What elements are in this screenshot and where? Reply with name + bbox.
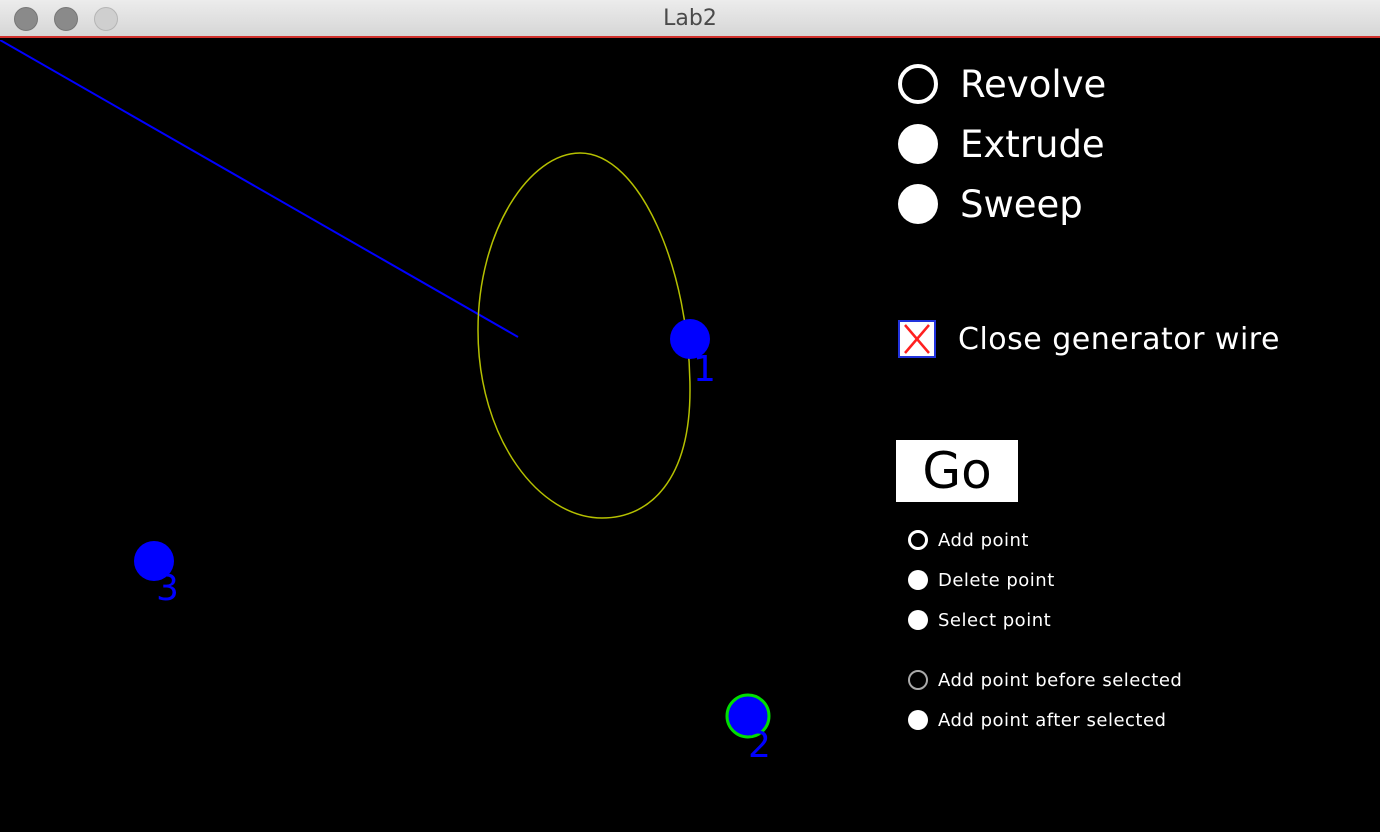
radio-selected-icon[interactable] — [908, 530, 928, 550]
checkmark-x-icon — [904, 324, 930, 354]
radio-label: Sweep — [960, 182, 1083, 226]
control-point-3[interactable]: 3 — [134, 541, 179, 609]
control-point-2[interactable]: 2 — [725, 693, 771, 766]
radio-icon[interactable] — [898, 184, 938, 224]
radio-icon[interactable] — [908, 570, 928, 590]
radio-select-point[interactable]: Select point — [908, 609, 1051, 631]
radio-label: Add point after selected — [938, 709, 1167, 731]
point-label: 3 — [156, 568, 179, 609]
radio-label: Select point — [938, 609, 1052, 631]
point-label: 2 — [748, 725, 771, 766]
radio-label: Delete point — [938, 569, 1055, 591]
radio-label: Extrude — [960, 122, 1105, 166]
radio-icon[interactable] — [908, 610, 928, 630]
radio-icon[interactable] — [908, 710, 928, 730]
close-wire-checkbox-row[interactable]: Close generator wire — [898, 320, 1280, 358]
radio-label: Add point — [938, 529, 1029, 551]
control-panel: Revolve Extrude Sweep Close generator wi… — [870, 40, 1380, 832]
radio-icon[interactable] — [898, 124, 938, 164]
radio-selected-icon[interactable] — [908, 670, 928, 690]
radio-extrude[interactable]: Extrude — [898, 122, 1105, 166]
window-title: Lab2 — [663, 6, 717, 31]
axis-line — [0, 40, 519, 338]
go-button[interactable]: Go — [896, 440, 1018, 502]
radio-label: Revolve — [960, 62, 1107, 106]
radio-label: Add point before selected — [938, 669, 1183, 691]
radio-add-after-selected[interactable]: Add point after selected — [908, 709, 1166, 731]
drawing-canvas[interactable]: 1 2 3 — [0, 40, 870, 832]
title-bar: Lab2 — [0, 0, 1380, 38]
checkbox-label: Close generator wire — [958, 321, 1280, 357]
radio-add-before-selected[interactable]: Add point before selected — [908, 669, 1182, 691]
radio-add-point[interactable]: Add point — [908, 529, 1029, 551]
generator-ellipse — [477, 152, 691, 519]
radio-revolve[interactable]: Revolve — [898, 62, 1106, 106]
close-wire-checkbox[interactable] — [898, 320, 936, 358]
canvas-svg[interactable]: 1 2 3 — [0, 40, 870, 832]
control-point-1[interactable]: 1 — [670, 319, 716, 390]
radio-selected-icon[interactable] — [898, 64, 938, 104]
point-label: 1 — [693, 349, 716, 390]
radio-delete-point[interactable]: Delete point — [908, 569, 1055, 591]
radio-sweep[interactable]: Sweep — [898, 182, 1083, 226]
